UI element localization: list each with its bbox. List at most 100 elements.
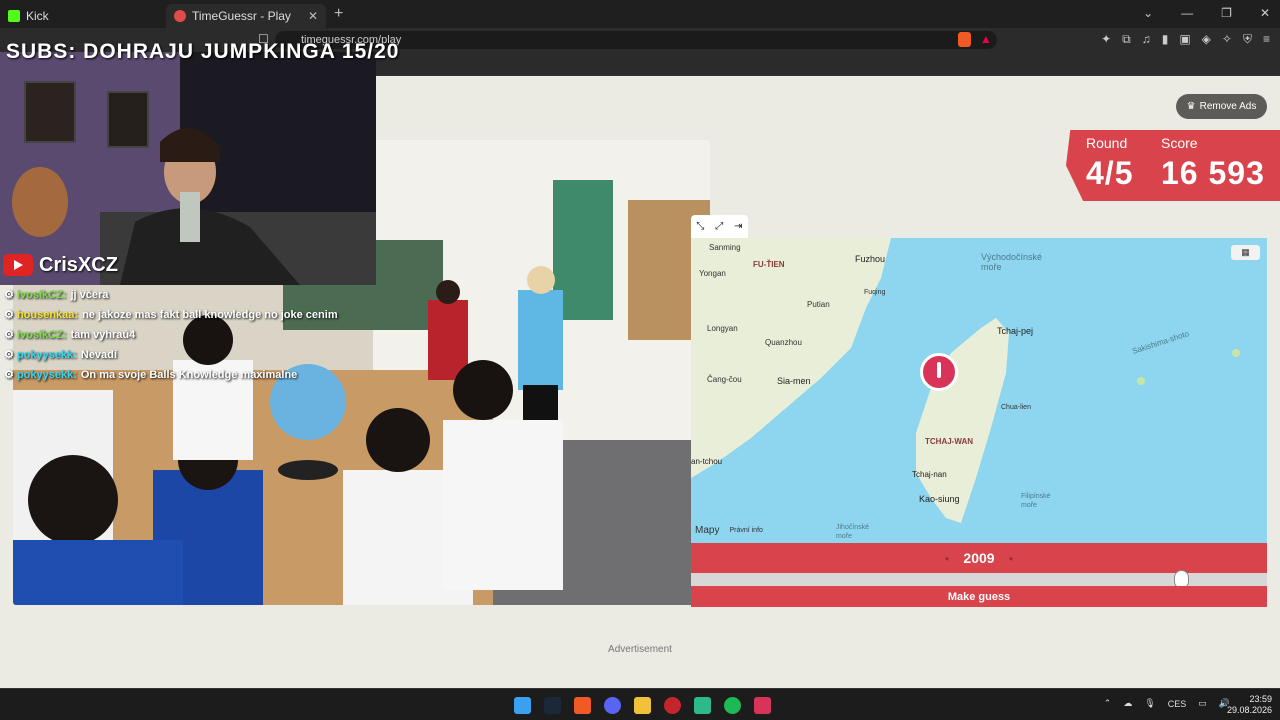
remove-ads-button[interactable]: ♛ Remove Ads xyxy=(1176,94,1267,119)
channel-name: CrisXCZ xyxy=(39,253,118,276)
youtube-icon xyxy=(3,254,33,276)
tab-label: TimeGuessr - Play xyxy=(192,9,291,23)
map-label: Chua-lien xyxy=(1001,404,1031,411)
brave-shield-icon[interactable] xyxy=(958,32,971,47)
map-label: Fuzhou xyxy=(855,254,886,264)
clock-time: 23:59 xyxy=(1249,694,1272,704)
pin-map-icon[interactable]: ⇥ xyxy=(734,221,742,232)
map-label: Fuqing xyxy=(864,289,886,296)
chat-message: ⚙ ivosikCZ: tam vyhraú4 xyxy=(4,328,384,348)
map-label: Tchaj-nan xyxy=(912,470,947,479)
music-icon[interactable]: ♫ xyxy=(1142,32,1151,47)
sidebar-icon[interactable]: ▮ xyxy=(1162,32,1169,47)
map-label: Yongan xyxy=(699,269,726,278)
steam-icon[interactable] xyxy=(544,697,561,714)
microphone-icon[interactable]: 🎙 xyxy=(1144,698,1155,709)
round-label: Round xyxy=(1086,135,1128,151)
minimize-icon[interactable]: — xyxy=(1181,6,1193,20)
wallet-icon[interactable]: ▣ xyxy=(1179,32,1190,47)
map-label: Putian xyxy=(807,300,830,309)
badge-icon: ⚙ xyxy=(4,329,14,341)
map-label: TCHAJ-WAN xyxy=(925,437,973,446)
chat-username: housenkaa: xyxy=(16,309,79,321)
tab-timeguessr[interactable]: TimeGuessr - Play ✕ xyxy=(166,4,326,28)
language-indicator[interactable]: CES xyxy=(1168,699,1187,709)
year-slider[interactable] xyxy=(691,570,1267,589)
spotify-icon[interactable] xyxy=(724,697,741,714)
shrink-map-icon[interactable]: ⤢ xyxy=(715,221,723,232)
map-label: Longyan xyxy=(707,324,738,333)
extension-icon[interactable]: ✦ xyxy=(1101,32,1111,47)
file-explorer-icon[interactable] xyxy=(634,697,651,714)
close-window-icon[interactable]: ✕ xyxy=(1260,6,1270,20)
map-label: Východočínské moře xyxy=(981,252,1043,272)
kick-icon xyxy=(8,10,20,22)
tab-kick[interactable]: Kick xyxy=(0,4,160,28)
clock-date: 29.08.2026 xyxy=(1226,705,1272,715)
chevron-down-icon[interactable]: ⌄ xyxy=(1143,6,1153,20)
map-layers-button[interactable]: ▦ xyxy=(1231,245,1260,260)
remove-ads-label: Remove Ads xyxy=(1199,101,1257,112)
map-resize-controls: ⤡ ⤢ ⇥ xyxy=(691,215,748,238)
advertisement-label: Advertisement xyxy=(608,644,672,655)
chat-username: ivosikCZ: xyxy=(16,329,67,341)
close-tab-icon[interactable]: ✕ xyxy=(308,9,318,23)
decrement-year-icon[interactable]: ● xyxy=(945,554,950,563)
crown-icon: ♛ xyxy=(1186,101,1196,112)
restore-icon[interactable]: ❐ xyxy=(1221,6,1232,20)
chat-text: On ma svoje Balls Knowledge maximalne xyxy=(80,369,298,381)
year-value: 2009 xyxy=(963,550,995,566)
ai-icon[interactable]: ✧ xyxy=(1222,32,1232,47)
windows-taskbar: ⌃ ☁ 🎙 CES ▭ 🔊 23:59 29.08.2026 xyxy=(0,688,1280,720)
timeguessr-taskbar-icon[interactable] xyxy=(754,697,771,714)
badge-icon: ⚙ xyxy=(4,369,14,381)
map-label: Tchaj-pej xyxy=(997,326,1034,336)
new-tab-icon[interactable]: + xyxy=(334,5,343,23)
map-label: an-tchou xyxy=(691,457,723,466)
puzzle-icon[interactable]: ⧉ xyxy=(1122,32,1131,47)
map-label: Filipínské moře xyxy=(1021,493,1051,509)
shield-icon[interactable]: ⛨ xyxy=(1243,32,1252,47)
score-value: 16 593 xyxy=(1161,155,1265,191)
brave-icon[interactable] xyxy=(574,697,591,714)
map-label: Čang-čou xyxy=(707,375,742,384)
chevron-up-icon[interactable]: ⌃ xyxy=(1104,698,1112,709)
map-legal-link[interactable]: Právní info xyxy=(729,527,762,534)
chat-text: ne jakoze mas fakt ball knowledge no jok… xyxy=(82,309,338,321)
windows-start-icon[interactable] xyxy=(514,697,531,714)
map-label: Sanming xyxy=(709,243,741,252)
app-icon[interactable] xyxy=(664,697,681,714)
guess-map[interactable]: Sanming FU-ŤIEN Fuzhou Východočínské moř… xyxy=(691,238,1267,543)
chat-text: tam vyhraú4 xyxy=(70,329,136,341)
timeguessr-icon xyxy=(174,10,186,22)
menu-icon[interactable]: ≡ xyxy=(1263,32,1270,47)
badge-icon: ⚙ xyxy=(4,349,14,361)
obs-icon[interactable] xyxy=(694,697,711,714)
score-label: Score xyxy=(1161,135,1198,151)
chat-message: ⚙ pokyysekk: Nevadí xyxy=(4,348,384,368)
chat-message: ⚙ ivosikCZ: jj včera xyxy=(4,288,384,308)
chat-username: pokyysekk: xyxy=(16,369,77,381)
map-label: FU-ŤIEN xyxy=(753,260,785,269)
vpn-icon[interactable]: ◈ xyxy=(1202,32,1211,47)
round-score-panel: Round 4/5 Score 16 593 xyxy=(1066,130,1280,201)
network-icon[interactable]: ▭ xyxy=(1198,698,1207,709)
increment-year-icon[interactable]: ● xyxy=(1009,554,1014,563)
chat-message: ⚙ pokyysekk: On ma svoje Balls Knowledge … xyxy=(4,368,384,388)
chat-text: jj včera xyxy=(70,289,109,301)
map-label: Sia-men xyxy=(777,376,811,386)
discord-icon[interactable] xyxy=(604,697,621,714)
expand-map-icon[interactable]: ⤡ xyxy=(696,221,704,232)
chat-message: ⚙ housenkaa: ne jakoze mas fakt ball know… xyxy=(4,308,384,328)
badge-icon: ⚙ xyxy=(4,309,14,321)
round-value: 4/5 xyxy=(1086,155,1134,191)
make-guess-label: Make guess xyxy=(947,590,1011,603)
make-guess-button[interactable]: Make guess xyxy=(691,586,1267,607)
onedrive-icon[interactable]: ☁ xyxy=(1123,698,1132,709)
chat-text: Nevadí xyxy=(80,349,117,361)
system-clock[interactable]: 23:59 29.08.2026 xyxy=(1227,694,1272,716)
chat-username: pokyysekk: xyxy=(16,349,77,361)
brave-rewards-icon[interactable]: ▲ xyxy=(980,32,992,46)
guess-pin-icon[interactable] xyxy=(920,353,958,391)
map-label: Quanzhou xyxy=(765,338,802,347)
